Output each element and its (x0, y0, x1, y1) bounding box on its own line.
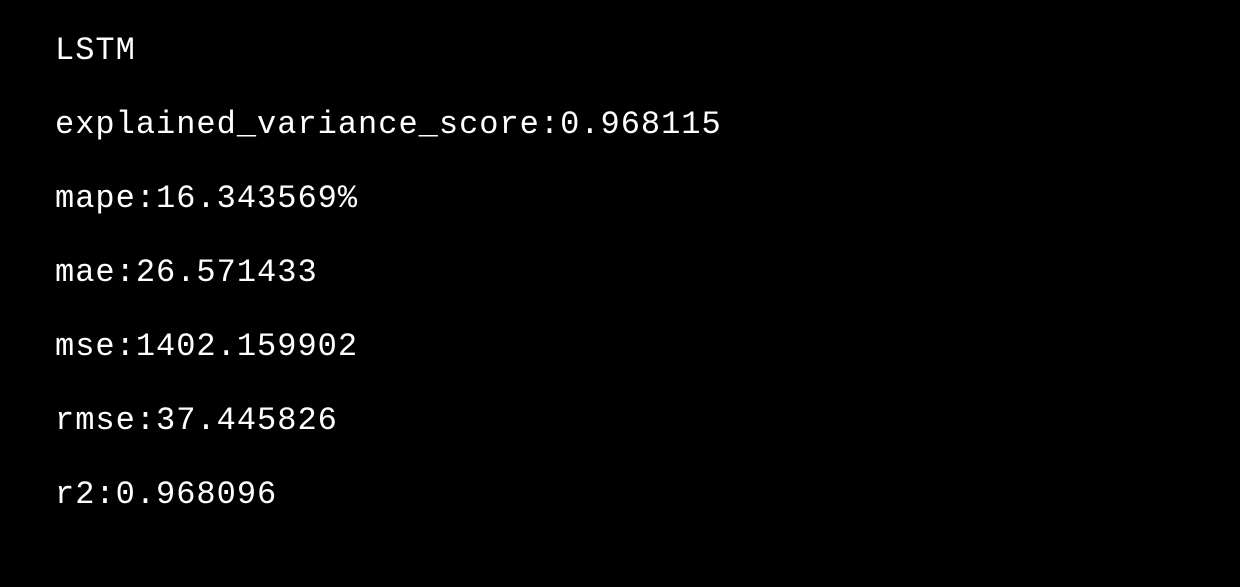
metric-row: mape:16.343569% (55, 183, 1185, 215)
metric-label: explained_variance_score (55, 106, 540, 143)
metric-row: r2:0.968096 (55, 479, 1185, 511)
metric-row: mae:26.571433 (55, 257, 1185, 289)
metric-sep: : (116, 328, 136, 365)
metric-row: mse:1402.159902 (55, 331, 1185, 363)
metric-sep: : (116, 254, 136, 291)
metric-value: 0.968115 (560, 106, 722, 143)
metric-sep: : (95, 476, 115, 513)
metric-row: rmse:37.445826 (55, 405, 1185, 437)
metric-sep: : (136, 402, 156, 439)
metric-label: mape (55, 180, 136, 217)
model-title: LSTM (55, 35, 1185, 67)
metric-label: mae (55, 254, 116, 291)
metric-value: 37.445826 (156, 402, 338, 439)
metric-sep: : (136, 180, 156, 217)
metric-value: 0.968096 (116, 476, 278, 513)
metric-sep: : (540, 106, 560, 143)
metric-value: 1402.159902 (136, 328, 358, 365)
metric-row: explained_variance_score:0.968115 (55, 109, 1185, 141)
metric-label: mse (55, 328, 116, 365)
metric-value: 16.343569% (156, 180, 358, 217)
metric-label: r2 (55, 476, 95, 513)
metric-value: 26.571433 (136, 254, 318, 291)
metric-label: rmse (55, 402, 136, 439)
